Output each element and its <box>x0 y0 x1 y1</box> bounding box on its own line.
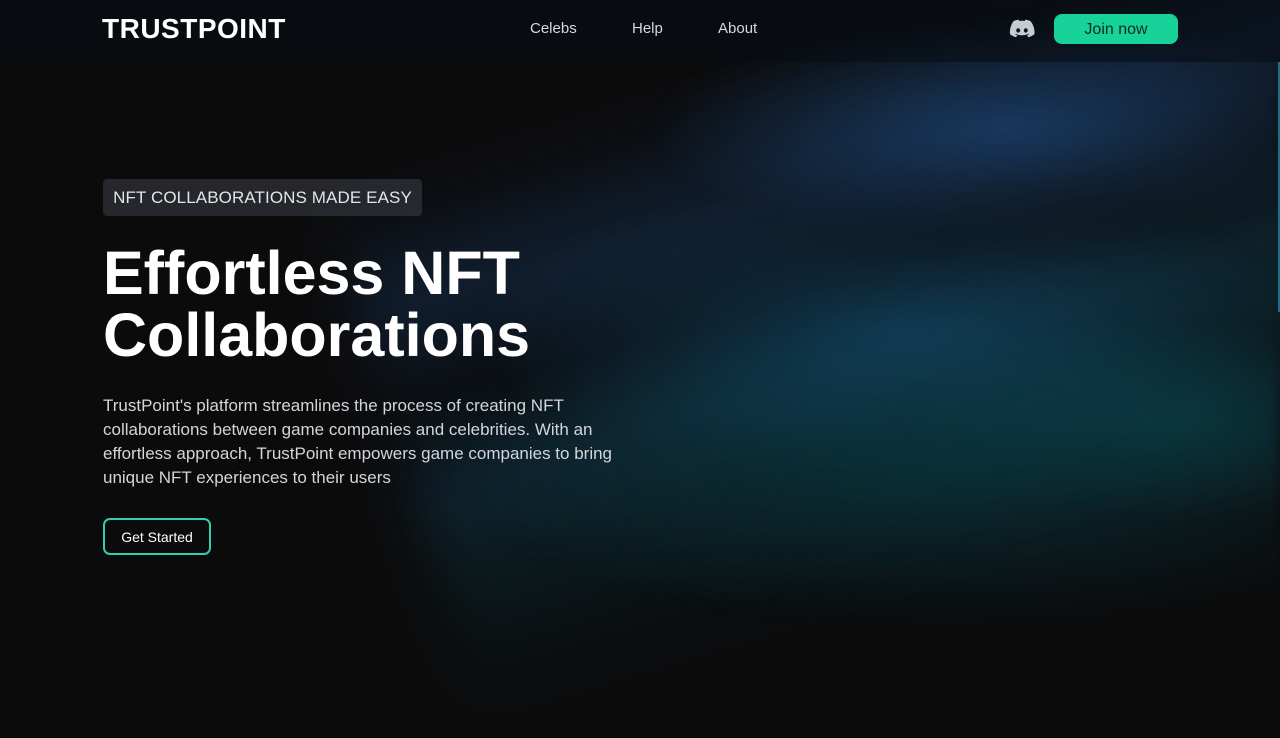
hero-title-line-1: Effortless NFT <box>103 239 520 307</box>
hero-description: TrustPoint's platform streamlines the pr… <box>103 396 613 487</box>
nav-link-celebs[interactable]: Celebs <box>530 19 577 39</box>
site-header: TRUSTPOINT Celebs Help About Join now <box>0 0 1280 62</box>
get-started-button[interactable]: Get Started <box>103 518 211 555</box>
hero-title: Effortless NFT Collaborations <box>103 242 663 366</box>
background-glow <box>0 0 1280 738</box>
join-now-button[interactable]: Join now <box>1054 14 1178 44</box>
nav-link-about[interactable]: About <box>718 19 757 39</box>
hero-title-line-2: Collaborations <box>103 301 531 369</box>
tagline-badge: NFT COLLABORATIONS MADE EASY <box>103 179 422 216</box>
landing-page: TRUSTPOINT Celebs Help About Join now NF… <box>0 0 1280 738</box>
discord-icon[interactable] <box>1009 18 1035 40</box>
nav-link-help[interactable]: Help <box>632 19 663 39</box>
